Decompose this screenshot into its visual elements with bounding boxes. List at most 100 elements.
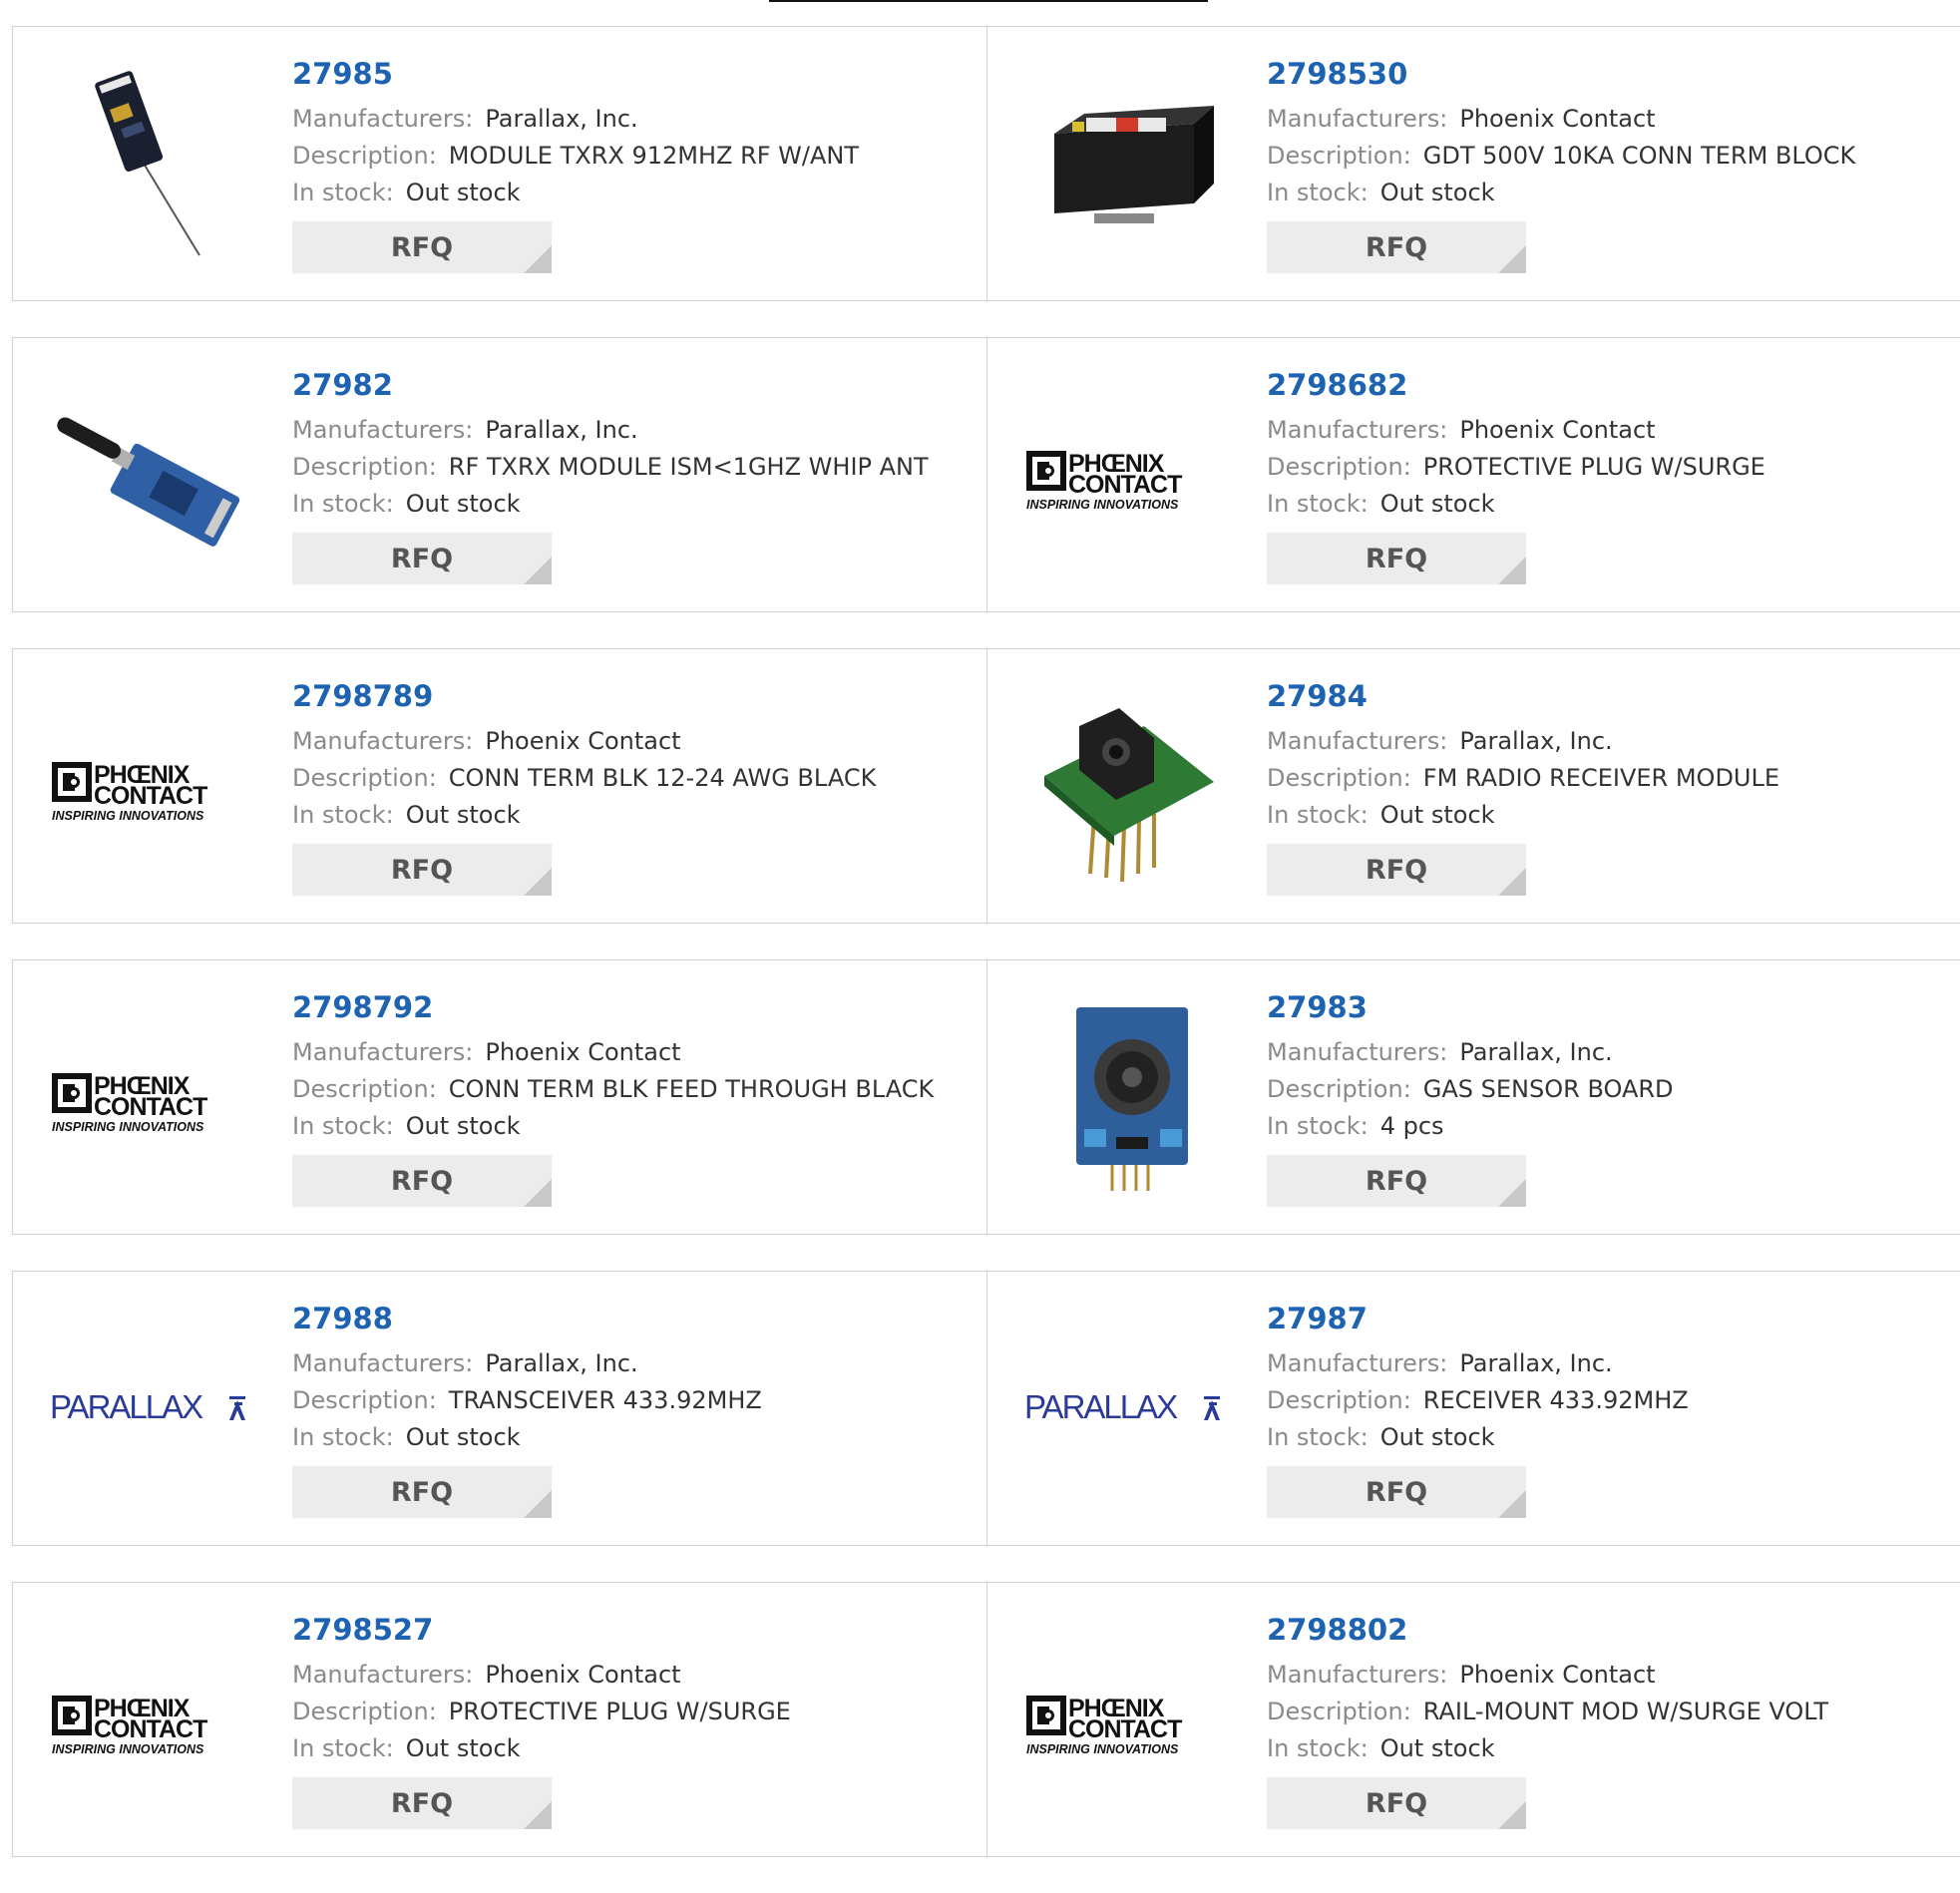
product-info: 27983 Manufacturers: Parallax, Inc. Descrip… [1267,988,1674,1207]
description-value: GDT 500V 10KA CONN TERM BLOCK [1422,142,1856,170]
rfq-button[interactable]: RFQ [292,844,552,896]
part-number-link[interactable]: 2798802 [1267,1611,1828,1649]
product-image[interactable]: PARALLAX [1024,1309,1224,1508]
manufacturer-label: Manufacturers: [1267,727,1448,755]
description-value: RECEIVER 433.92MHZ [1422,1386,1689,1414]
stock-label: In stock: [1267,801,1369,829]
stock-line: In stock: Out stock [292,797,876,834]
part-number-link[interactable]: 27988 [292,1300,762,1337]
svg-text:CONTACT: CONTACT [1068,1715,1182,1743]
description-value: CONN TERM BLK FEED THROUGH BLACK [448,1075,935,1103]
manufacturer-label: Manufacturers: [1267,416,1448,444]
stock-line: In stock: Out stock [292,1108,934,1145]
corner-fold-icon [524,1801,552,1829]
description-line: Description: PROTECTIVE PLUG W/SURGE [1267,449,1765,486]
description-label: Description: [1267,1075,1411,1103]
product-info: 27982 Manufacturers: Parallax, Inc. Descrip… [292,366,929,584]
product-image[interactable] [1024,997,1224,1197]
manufacturer-label: Manufacturers: [1267,105,1448,133]
description-line: Description: GAS SENSOR BOARD [1267,1071,1674,1108]
rfq-button[interactable]: RFQ [292,1466,552,1518]
svg-text:INSPIRING INNOVATIONS: INSPIRING INNOVATIONS [1026,498,1179,512]
product-card: 27984 Manufacturers: Parallax, Inc. Descrip… [987,648,1960,924]
part-number-link[interactable]: 27987 [1267,1300,1689,1337]
product-image[interactable]: PARALLAX [50,1309,249,1508]
rfq-button[interactable]: RFQ [1267,221,1526,273]
description-line: Description: FM RADIO RECEIVER MODULE [1267,760,1779,797]
product-card: PHŒNIX CONTACT INSPIRING INNOVATIONS 279… [987,337,1960,612]
rfq-button[interactable]: RFQ [292,221,552,273]
rfq-button[interactable]: RFQ [1267,1466,1526,1518]
description-label: Description: [1267,1698,1411,1725]
description-line: Description: CONN TERM BLK 12-24 AWG BLAC… [292,760,876,797]
stock-label: In stock: [1267,1423,1369,1451]
description-value: FM RADIO RECEIVER MODULE [1422,764,1780,792]
product-card: 27982 Manufacturers: Parallax, Inc. Descrip… [12,337,987,612]
rfq-button[interactable]: RFQ [1267,533,1526,584]
product-info: 2798530 Manufacturers: Phoenix Contact Desc… [1267,55,1855,273]
manufacturer-line: Manufacturers: Parallax, Inc. [1267,1034,1674,1071]
rfq-button[interactable]: RFQ [1267,844,1526,896]
description-label: Description: [292,453,437,481]
part-number-link[interactable]: 27983 [1267,988,1674,1026]
product-info: 2798789 Manufacturers: Phoenix Contact Desc… [292,677,876,896]
manufacturer-label: Manufacturers: [292,105,474,133]
manufacturer-label: Manufacturers: [292,1038,474,1066]
product-image[interactable] [50,64,249,263]
part-number-link[interactable]: 2798682 [1267,366,1765,404]
product-image[interactable]: PHŒNIX CONTACT INSPIRING INNOVATIONS [50,1620,249,1819]
stock-label: In stock: [1267,1734,1369,1762]
rfq-label: RFQ [1365,1165,1428,1197]
corner-fold-icon [1498,1801,1526,1829]
rfq-button[interactable]: RFQ [292,1777,552,1829]
rfq-button[interactable]: RFQ [1267,1155,1526,1207]
product-info: 27988 Manufacturers: Parallax, Inc. Descrip… [292,1300,762,1518]
description-value: PROTECTIVE PLUG W/SURGE [1422,453,1765,481]
part-number-link[interactable]: 2798789 [292,677,876,715]
rfq-button[interactable]: RFQ [292,1155,552,1207]
description-line: Description: MODULE TXRX 912MHZ RF W/ANT [292,138,859,175]
part-number-link[interactable]: 27984 [1267,677,1779,715]
description-value: MODULE TXRX 912MHZ RF W/ANT [448,142,860,170]
product-card: PHŒNIX CONTACT INSPIRING INNOVATIONS 279… [12,648,987,924]
part-number-link[interactable]: 27982 [292,366,929,404]
description-label: Description: [1267,764,1411,792]
product-image[interactable]: PHŒNIX CONTACT INSPIRING INNOVATIONS [1024,1620,1224,1819]
manufacturer-label: Manufacturers: [292,416,474,444]
rfq-button[interactable]: RFQ [292,533,552,584]
corner-fold-icon [1498,868,1526,896]
part-number-link[interactable]: 27985 [292,55,859,93]
part-number-link[interactable]: 2798527 [292,1611,791,1649]
manufacturer-value: Parallax, Inc. [1459,1349,1613,1377]
manufacturer-label: Manufacturers: [1267,1661,1448,1689]
stock-value: Out stock [405,490,521,518]
stock-value: 4 pcs [1379,1112,1444,1140]
description-label: Description: [1267,453,1411,481]
product-info: 2798682 Manufacturers: Phoenix Contact Desc… [1267,366,1765,584]
manufacturer-value: Phoenix Contact [485,1661,681,1689]
rfq-label: RFQ [390,231,454,263]
rfq-button[interactable]: RFQ [1267,1777,1526,1829]
product-image[interactable]: PHŒNIX CONTACT INSPIRING INNOVATIONS [50,686,249,886]
product-image[interactable] [1024,686,1224,886]
rfq-label: RFQ [1365,1476,1428,1508]
product-card: PHŒNIX CONTACT INSPIRING INNOVATIONS 279… [12,1582,987,1857]
stock-line: In stock: Out stock [1267,175,1855,211]
stock-label: In stock: [1267,1112,1369,1140]
part-number-link[interactable]: 2798792 [292,988,934,1026]
svg-text:CONTACT: CONTACT [94,1715,207,1743]
product-image[interactable]: PHŒNIX CONTACT INSPIRING INNOVATIONS [1024,375,1224,574]
part-number-link[interactable]: 2798530 [1267,55,1855,93]
stock-value: Out stock [405,1423,521,1451]
rfq-label: RFQ [390,1787,454,1819]
product-image[interactable] [1024,64,1224,263]
stock-value: Out stock [1379,801,1495,829]
product-info: 2798527 Manufacturers: Phoenix Contact Desc… [292,1611,791,1829]
description-value: PROTECTIVE PLUG W/SURGE [448,1698,791,1725]
manufacturer-value: Phoenix Contact [1459,416,1656,444]
product-grid: 27985 Manufacturers: Parallax, Inc. Descrip… [12,26,1960,1893]
product-image[interactable] [50,375,249,574]
svg-text:INSPIRING INNOVATIONS: INSPIRING INNOVATIONS [52,809,204,823]
product-image[interactable]: PHŒNIX CONTACT INSPIRING INNOVATIONS [50,997,249,1197]
product-row: 27985 Manufacturers: Parallax, Inc. Descrip… [12,26,1960,301]
